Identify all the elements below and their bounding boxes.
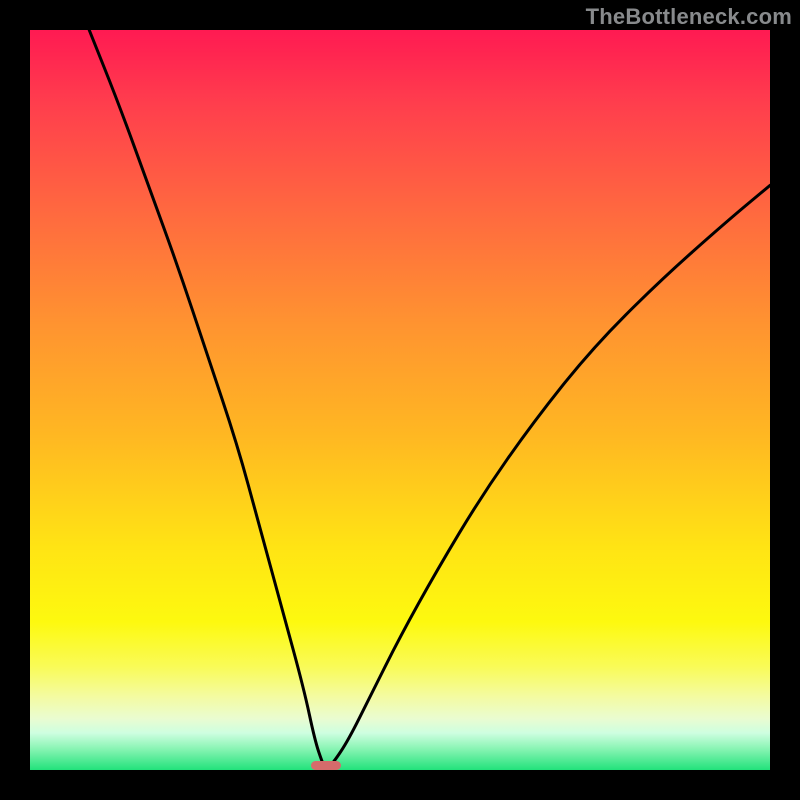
bottleneck-curve-left-path: [89, 30, 326, 770]
chart-frame: TheBottleneck.com: [0, 0, 800, 800]
plot-area: [30, 30, 770, 770]
bottleneck-curve-right-path: [326, 185, 770, 770]
optimal-marker: [311, 761, 341, 770]
attribution-text: TheBottleneck.com: [586, 4, 792, 30]
curve-layer: [30, 30, 770, 770]
